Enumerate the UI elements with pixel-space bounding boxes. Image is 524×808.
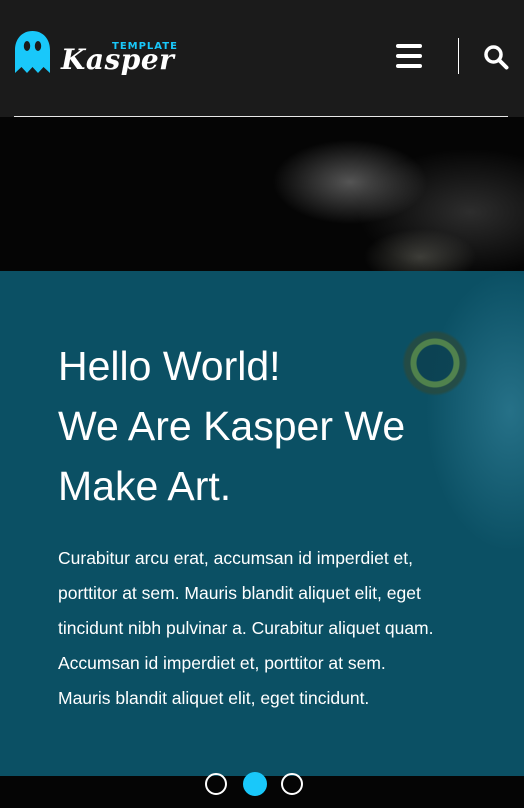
hero-title-line: Make Art. (58, 463, 232, 509)
page: TEMPLATE Kasper Hello World! We Are Kasp… (0, 0, 524, 808)
header-underline (14, 116, 508, 117)
hero-title-line: We Are Kasper We (58, 403, 406, 449)
hero-paragraph-line: Accumsan id imperdiet et, porttitor at s… (58, 653, 386, 673)
hero-paragraph-line: Mauris blandit aliquet elit, eget tincid… (58, 688, 370, 708)
hero-paragraph-line: tincidunt nibh pulvinar a. Curabitur ali… (58, 618, 434, 638)
hamburger-menu-icon[interactable] (396, 44, 422, 68)
ghost-icon (15, 31, 50, 73)
hero-title-line: Hello World! (58, 343, 281, 389)
slider-dot-1[interactable] (205, 773, 227, 795)
hero-paragraph-line: Curabitur arcu erat, accumsan id imperdi… (58, 548, 414, 568)
header-divider (458, 38, 459, 74)
slider-dot-3[interactable] (281, 773, 303, 795)
hero-paragraph: Curabitur arcu erat, accumsan id imperdi… (58, 541, 478, 716)
search-icon[interactable] (483, 44, 509, 70)
hero-title: Hello World! We Are Kasper We Make Art. (58, 336, 478, 516)
logo[interactable]: TEMPLATE Kasper (14, 29, 177, 81)
site-header: TEMPLATE Kasper (0, 0, 524, 117)
logo-name: Kasper (61, 43, 175, 76)
slider-dots (0, 772, 524, 798)
hero-paragraph-line: porttitor at sem. Mauris blandit aliquet… (58, 583, 421, 603)
slider-dot-2[interactable] (243, 772, 267, 796)
